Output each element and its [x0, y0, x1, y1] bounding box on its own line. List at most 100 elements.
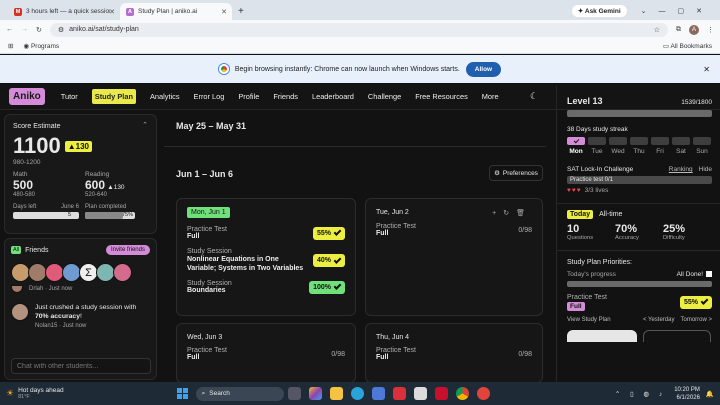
profile-avatar[interactable]: A — [689, 24, 699, 35]
reading-delta: ▲130 — [107, 184, 125, 191]
nav-more[interactable]: More — [482, 92, 499, 101]
notice-text: Begin browsing instantly: Chrome can now… — [234, 65, 460, 73]
taskview-icon[interactable] — [287, 387, 301, 400]
nav-analytics[interactable]: Analytics — [150, 92, 180, 101]
chat-input[interactable] — [11, 358, 151, 374]
trash-icon[interactable]: 🗑 — [516, 210, 532, 217]
day-card-wed[interactable]: Wed, Jun 3 Practice Test Full 0/98 — [176, 323, 356, 383]
close-icon[interactable]: ✕ — [221, 8, 227, 16]
app-icon[interactable] — [392, 387, 406, 400]
challenge-progress: Practice test 0/1 — [567, 176, 712, 184]
score-badge[interactable]: 55% — [312, 226, 345, 240]
aniko-logo[interactable]: Aniko — [9, 88, 45, 105]
add-icon[interactable]: + — [492, 210, 503, 217]
tomorrow-link[interactable]: Tomorrow > — [680, 317, 712, 323]
bookmark-programs[interactable]: ◉ Programs — [23, 42, 59, 50]
streak-day — [672, 137, 690, 145]
nav-tutor[interactable]: Tutor — [61, 92, 78, 101]
activity-item: Drlah · Just now — [11, 285, 150, 293]
day-card-thu[interactable]: Thu, Jun 4 Practice Test Full 0/98 — [365, 323, 543, 383]
item-name: Full — [376, 230, 389, 237]
view-study-plan-link[interactable]: View Study Plan — [567, 317, 611, 323]
xp-text: 1539/1800 — [681, 99, 712, 106]
avatar[interactable] — [113, 263, 132, 282]
chrome-taskbar-icon[interactable] — [455, 387, 469, 400]
action-button[interactable] — [567, 330, 637, 342]
forward-icon[interactable]: → — [21, 26, 28, 33]
all-bookmarks[interactable]: ▭ All Bookmarks — [663, 42, 712, 50]
day-mon: Mon — [569, 148, 583, 155]
clock-date: 6/1/2026 — [676, 394, 700, 401]
tab-study-plan[interactable]: A Study Plan | aniko.ai ✕ — [120, 3, 232, 20]
day-date: Mon, Jun 1 — [187, 207, 230, 218]
taskbar-search[interactable]: ⌕ Search — [195, 386, 284, 401]
mcafee-icon[interactable] — [434, 387, 448, 400]
tab-gmail[interactable]: M 3 hours left — a quick session ✕ — [8, 3, 120, 20]
week-divider — [164, 146, 546, 147]
app-icon[interactable] — [413, 387, 427, 400]
windows-start-icon[interactable] — [176, 388, 188, 399]
gear-icon: ⚙ — [494, 170, 500, 177]
extensions-icon[interactable]: ⧉ — [676, 26, 681, 34]
tab-today[interactable]: Today — [567, 210, 594, 219]
window-controls[interactable]: ⌄—▢✕ — [641, 7, 714, 15]
nav-challenge[interactable]: Challenge — [368, 92, 401, 101]
back-icon[interactable]: ← — [6, 26, 13, 33]
lives-text: 3/3 lives — [584, 187, 609, 194]
apps-icon[interactable]: ⊞ — [8, 42, 13, 50]
yesterday-link[interactable]: < Yesterday — [643, 317, 675, 323]
days-left-value: 5 — [67, 212, 71, 218]
chevron-up-icon[interactable]: ⌃ — [142, 121, 148, 129]
nav-friends[interactable]: Friends — [273, 92, 298, 101]
site-info-icon[interactable]: ⚙ — [58, 26, 64, 34]
tray-icons[interactable]: ⌃ ▯ ◍ ♪ — [615, 390, 666, 398]
edge-icon[interactable] — [350, 387, 364, 400]
invite-friends-button[interactable]: Invite friends — [105, 245, 150, 255]
nav-error-log[interactable]: Error Log — [194, 92, 225, 101]
all-done-text: All Done! — [677, 271, 712, 278]
action-button[interactable] — [643, 330, 711, 342]
store-icon[interactable] — [371, 387, 385, 400]
close-icon[interactable]: ✕ — [109, 8, 115, 16]
score-delta: ▲130 — [64, 140, 92, 152]
menu-icon[interactable]: ⋮ — [707, 26, 714, 34]
allow-button[interactable]: Allow — [465, 61, 502, 77]
close-icon[interactable]: ✕ — [703, 65, 710, 74]
nav-leaderboard[interactable]: Leaderboard — [312, 92, 354, 101]
item-score: 0/98 — [518, 226, 532, 234]
nav-study-plan[interactable]: Study Plan — [91, 89, 136, 104]
star-icon[interactable]: ☆ — [654, 26, 660, 34]
streak-day-done — [567, 137, 585, 145]
notification-icon[interactable]: 🔔 — [706, 390, 714, 398]
streak-day — [630, 137, 648, 145]
score-badge[interactable]: 55% — [679, 295, 712, 309]
app-icon[interactable] — [476, 387, 490, 400]
reload-icon[interactable]: ↻ — [36, 26, 42, 34]
hide-link[interactable]: Hide — [699, 166, 712, 173]
progress-bar — [567, 281, 712, 287]
preferences-button[interactable]: ⚙ Preferences — [489, 165, 543, 181]
score-badge-value: 40% — [316, 257, 331, 264]
day-card-mon[interactable]: Mon, Jun 1 Practice Test Full 55% Study S… — [176, 198, 356, 316]
dark-mode-icon[interactable]: ☾ — [530, 91, 538, 102]
copilot-icon[interactable] — [308, 387, 322, 400]
nav-free-resources[interactable]: Free Resources — [415, 92, 468, 101]
new-tab-button[interactable]: + — [238, 6, 244, 17]
gmail-icon: M — [14, 7, 22, 16]
plan-completed-label: Plan completed — [85, 204, 127, 210]
tab-all-time[interactable]: All-time — [599, 211, 622, 218]
check-icon — [333, 255, 342, 264]
day-card-tue[interactable]: Tue, Jun 2 +↻🗑 Practice Test Full 0/98 — [365, 198, 543, 316]
ranking-link[interactable]: Ranking — [669, 166, 693, 173]
score-badge[interactable]: 100% — [309, 280, 345, 294]
explorer-icon[interactable] — [329, 387, 343, 400]
check-icon — [333, 282, 342, 290]
nav-profile[interactable]: Profile — [238, 92, 259, 101]
omnibox[interactable]: ⚙ aniko.ai/sat/study-plan ☆ — [49, 22, 668, 37]
ask-gemini-button[interactable]: ✦ Ask Gemini — [571, 5, 627, 17]
score-badge[interactable]: 40% — [312, 254, 345, 267]
activity-meta: Nolan15 · Just now — [35, 323, 87, 329]
bookmark-label: Programs — [30, 43, 60, 50]
avatar — [11, 303, 29, 321]
refresh-icon[interactable]: ↻ — [503, 210, 516, 217]
